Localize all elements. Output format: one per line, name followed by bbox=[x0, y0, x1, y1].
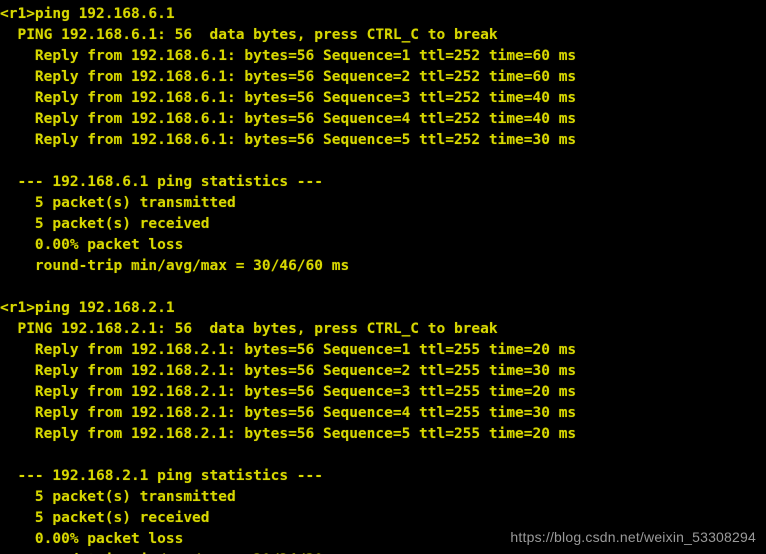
statistics-line: 5 packet(s) transmitted bbox=[0, 489, 236, 505]
statistics-line: 0.00% packet loss bbox=[0, 237, 184, 253]
statistics-header: --- 192.168.6.1 ping statistics --- bbox=[0, 174, 324, 190]
ping-reply: Reply from 192.168.6.1: bytes=56 Sequenc… bbox=[0, 48, 577, 64]
ping-reply: Reply from 192.168.6.1: bytes=56 Sequenc… bbox=[0, 69, 577, 85]
terminal-window[interactable]: <r1>ping 192.168.6.1 PING 192.168.6.1: 5… bbox=[0, 0, 766, 554]
ping-reply: Reply from 192.168.2.1: bytes=56 Sequenc… bbox=[0, 426, 577, 442]
ping-reply: Reply from 192.168.6.1: bytes=56 Sequenc… bbox=[0, 90, 577, 106]
ping-reply: Reply from 192.168.6.1: bytes=56 Sequenc… bbox=[0, 132, 577, 148]
ping-header: PING 192.168.2.1: 56 data bytes, press C… bbox=[0, 321, 498, 337]
ping-reply: Reply from 192.168.2.1: bytes=56 Sequenc… bbox=[0, 384, 577, 400]
statistics-line: round-trip min/avg/max = 30/46/60 ms bbox=[0, 258, 350, 274]
ping-reply: Reply from 192.168.2.1: bytes=56 Sequenc… bbox=[0, 405, 577, 421]
ping-header: PING 192.168.6.1: 56 data bytes, press C… bbox=[0, 27, 498, 43]
ping-reply: Reply from 192.168.2.1: bytes=56 Sequenc… bbox=[0, 342, 577, 358]
watermark-text: https://blog.csdn.net/weixin_53308294 bbox=[510, 529, 756, 545]
statistics-line: 5 packet(s) received bbox=[0, 216, 210, 232]
statistics-line: 5 packet(s) received bbox=[0, 510, 210, 526]
statistics-line: 5 packet(s) transmitted bbox=[0, 195, 236, 211]
command-line: <r1>ping 192.168.2.1 bbox=[0, 300, 175, 316]
ping-reply: Reply from 192.168.2.1: bytes=56 Sequenc… bbox=[0, 363, 577, 379]
statistics-header: --- 192.168.2.1 ping statistics --- bbox=[0, 468, 324, 484]
terminal-output: <r1>ping 192.168.6.1 PING 192.168.6.1: 5… bbox=[0, 0, 766, 554]
statistics-line: round-trip min/avg/max = 20/24/30 ms bbox=[0, 550, 766, 554]
command-line: <r1>ping 192.168.6.1 bbox=[0, 6, 175, 22]
ping-reply: Reply from 192.168.6.1: bytes=56 Sequenc… bbox=[0, 111, 577, 127]
